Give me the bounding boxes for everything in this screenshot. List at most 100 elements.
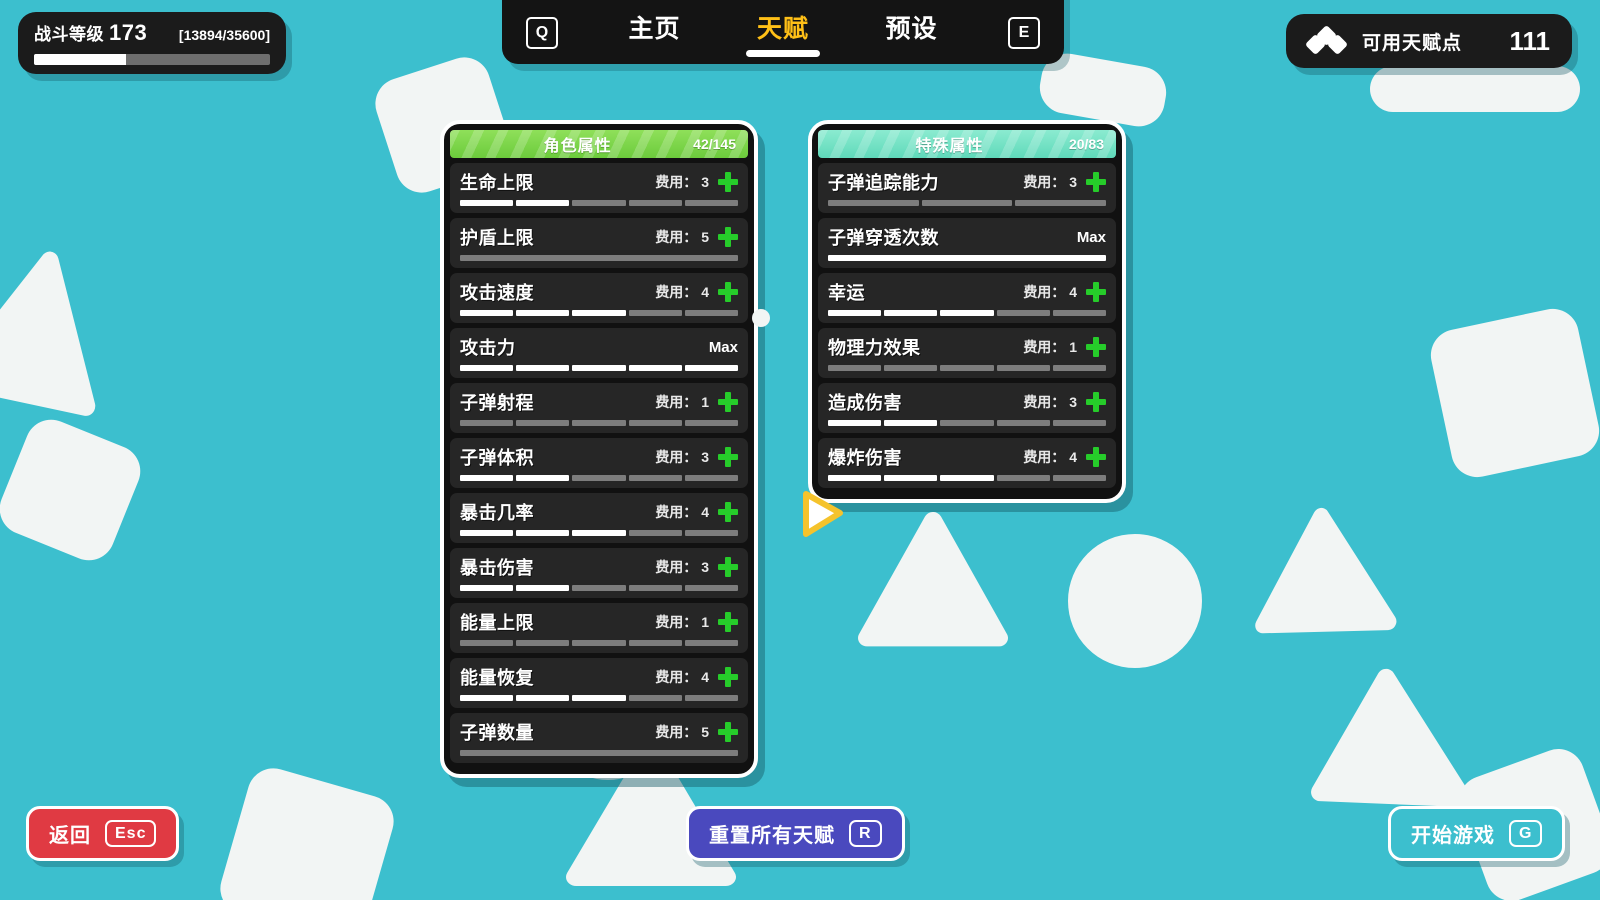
prev-tab-key[interactable]: Q <box>526 17 558 49</box>
battle-level-text: 战斗等级 <box>34 25 104 44</box>
stat-name: 子弹追踪能力 <box>828 173 939 193</box>
stat-progress-bar <box>460 640 739 646</box>
stat-progress-bar <box>828 255 1106 261</box>
stat-row[interactable]: 暴击几率 费用： 4 <box>450 493 748 543</box>
special-attributes-panel: 特殊属性 20/83 子弹追踪能力 费用： 3 子弹穿透次数 Max 幸运 费用： 4 物理… <box>808 120 1126 503</box>
stat-name: 幸运 <box>828 283 865 303</box>
bg-shape-sq <box>214 762 400 900</box>
stat-row[interactable]: 暴击伤害 费用： 3 <box>450 548 748 598</box>
stat-progress-segment <box>516 365 570 371</box>
plus-icon[interactable] <box>1086 392 1106 412</box>
start-game-button[interactable]: 开始游戏 G <box>1388 806 1566 861</box>
stat-progress-segment <box>572 200 626 206</box>
stat-cost: 费用： 3 <box>1023 394 1077 410</box>
stat-name: 攻击速度 <box>460 283 534 303</box>
plus-icon[interactable] <box>718 557 738 577</box>
stat-progress-segment <box>460 365 514 371</box>
stat-cost: 费用： 4 <box>1023 449 1077 465</box>
plus-icon[interactable] <box>718 722 738 742</box>
stat-progress-segment <box>460 585 514 591</box>
stat-progress-segment <box>516 200 570 206</box>
stat-progress-bar <box>460 695 739 701</box>
stat-row[interactable]: 能量恢复 费用： 4 <box>450 658 748 708</box>
stat-progress-segment <box>828 255 1106 261</box>
stat-cost: 费用： 3 <box>655 559 709 575</box>
stat-progress-segment <box>884 475 938 481</box>
stat-name: 护盾上限 <box>460 228 534 248</box>
stat-row[interactable]: 幸运 费用： 4 <box>818 273 1116 323</box>
back-button[interactable]: 返回 Esc <box>26 806 180 861</box>
stat-progress-segment <box>684 475 739 481</box>
diamonds-icon <box>1304 24 1349 56</box>
stat-row[interactable]: 子弹追踪能力 费用： 3 <box>818 163 1116 213</box>
next-tab-key[interactable]: E <box>1007 17 1040 49</box>
plus-icon[interactable] <box>718 392 738 412</box>
stat-row[interactable]: 子弹数量 费用： 5 <box>450 713 748 763</box>
plus-icon[interactable] <box>1086 172 1106 192</box>
character-attributes-title: 角色属性 <box>543 138 612 155</box>
stat-progress-segment <box>628 585 682 591</box>
tab-talent[interactable]: 天赋 <box>751 7 815 59</box>
stat-row[interactable]: 攻击速度 费用： 4 <box>450 273 748 323</box>
stat-row[interactable]: 子弹穿透次数 Max <box>818 218 1116 268</box>
plus-icon[interactable] <box>718 612 738 632</box>
stat-progress-segment <box>1052 310 1107 316</box>
plus-icon[interactable] <box>718 172 738 192</box>
stat-progress-segment <box>516 640 570 646</box>
tab-home[interactable]: 主页 <box>622 7 686 59</box>
stat-cost: 费用： 1 <box>655 614 709 630</box>
stat-progress-segment <box>828 420 882 426</box>
stat-cost: 费用： 4 <box>1023 284 1077 300</box>
stat-row[interactable]: 护盾上限 费用： 5 <box>450 218 748 268</box>
stat-progress-segment <box>460 695 514 701</box>
stat-progress-segment <box>460 255 738 261</box>
stat-progress-segment <box>572 420 626 426</box>
character-attributes-count: 42/145 <box>693 136 736 152</box>
stat-row[interactable]: 攻击力 Max <box>450 328 748 378</box>
talent-points-pill: 可用天赋点 111 <box>1286 14 1572 68</box>
reset-talents-button[interactable]: 重置所有天赋 R <box>686 806 905 861</box>
plus-icon[interactable] <box>718 227 738 247</box>
battle-level-pill: 战斗等级 173 [13894/35600] <box>18 12 286 74</box>
stat-name: 子弹体积 <box>460 448 534 468</box>
stat-progress-segment <box>460 310 514 316</box>
plus-icon[interactable] <box>718 447 738 467</box>
stat-row[interactable]: 生命上限 费用： 3 <box>450 163 748 213</box>
stat-progress-segment <box>940 310 994 316</box>
battle-level-xp: [13894/35600] <box>178 27 270 43</box>
stat-progress-segment <box>940 365 994 371</box>
stat-row[interactable]: 子弹射程 费用： 1 <box>450 383 748 433</box>
stat-row[interactable]: 造成伤害 费用： 3 <box>818 383 1116 433</box>
stat-cost: 费用： 1 <box>1023 339 1077 355</box>
plus-icon[interactable] <box>718 502 738 522</box>
stat-progress-segment <box>628 695 682 701</box>
stat-progress-segment <box>828 200 919 206</box>
stat-row[interactable]: 子弹体积 费用： 3 <box>450 438 748 488</box>
talent-points-value: 111 <box>1509 25 1550 56</box>
stat-progress-segment <box>884 365 938 371</box>
stat-row[interactable]: 物理力效果 费用： 1 <box>818 328 1116 378</box>
stat-row[interactable]: 爆炸伤害 费用： 4 <box>818 438 1116 488</box>
stat-progress-bar <box>460 530 739 536</box>
tab-preset[interactable]: 预设 <box>879 7 943 59</box>
plus-icon[interactable] <box>718 282 738 302</box>
stat-progress-segment <box>516 585 570 591</box>
stat-progress-segment <box>516 530 570 536</box>
plus-icon[interactable] <box>1086 282 1106 302</box>
stat-progress-segment <box>572 585 626 591</box>
reset-talents-key: R <box>849 819 882 848</box>
plus-icon[interactable] <box>1086 447 1106 467</box>
triangle-cursor <box>792 486 848 542</box>
stat-name: 能量上限 <box>460 613 534 633</box>
stat-progress-segment <box>572 530 626 536</box>
panel-scroll-knob[interactable] <box>752 309 770 327</box>
stat-progress-segment <box>628 530 682 536</box>
plus-icon[interactable] <box>718 667 738 687</box>
plus-icon[interactable] <box>1086 337 1106 357</box>
stat-progress-segment <box>684 585 739 591</box>
stat-progress-segment <box>460 530 514 536</box>
stat-progress-segment <box>460 200 514 206</box>
stat-name: 物理力效果 <box>828 338 921 358</box>
stat-row[interactable]: 能量上限 费用： 1 <box>450 603 748 653</box>
stat-progress-segment <box>828 475 882 481</box>
